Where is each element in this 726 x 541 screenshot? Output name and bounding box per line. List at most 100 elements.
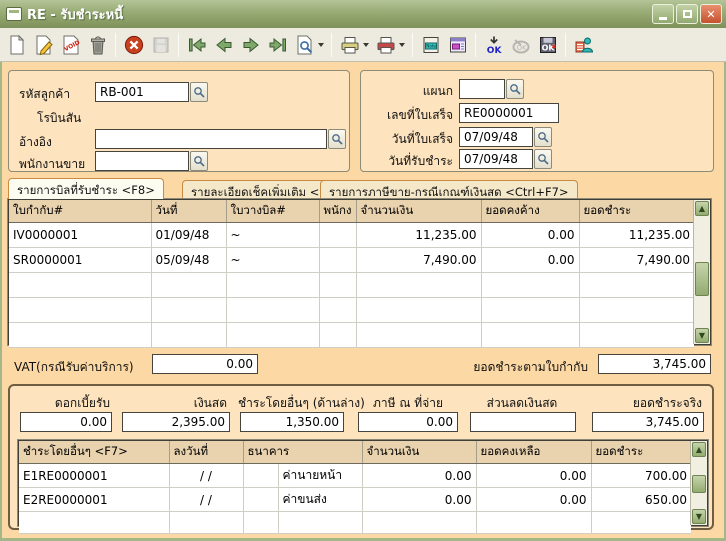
print-dropdown-caret[interactable]: [399, 43, 405, 47]
save-approve-button[interactable]: OK: [534, 31, 561, 59]
scroll-thumb[interactable]: [695, 262, 709, 296]
interest-field[interactable]: 0.00: [20, 412, 112, 432]
department-field[interactable]: [459, 79, 505, 99]
salesperson-search-button[interactable]: [190, 151, 208, 171]
user-settings-button[interactable]: [570, 31, 597, 59]
reference-search-button[interactable]: [328, 129, 346, 149]
toolbar: VOID: [0, 28, 726, 62]
bill-row[interactable]: IV0000001 01/09/48 ~ 11,235.00 0.00 11,2…: [9, 223, 694, 248]
reference-field[interactable]: [95, 129, 327, 149]
col-date: วันที่: [151, 200, 226, 223]
void-document-button[interactable]: VOID: [57, 31, 84, 59]
withholding-tax-field[interactable]: 0.00: [358, 412, 458, 432]
next-record-icon: [240, 34, 262, 56]
receipt-date-picker-button[interactable]: [534, 127, 552, 147]
receipt-no-field[interactable]: RE0000001: [459, 103, 559, 123]
find-button[interactable]: [291, 31, 318, 59]
receipt-no-label: เลขที่ใบเสร็จ: [361, 106, 453, 125]
revaluation-button[interactable]: [444, 31, 471, 59]
search-icon: [509, 83, 521, 95]
unpost-icon: OK: [510, 34, 532, 56]
col-bank: ธนาคาร: [243, 441, 362, 464]
other-payment-row[interactable]: E1RE0000001 / / ค่านายหน้า 0.00 0.00 700…: [19, 464, 691, 488]
scroll-thumb[interactable]: [692, 475, 706, 493]
search-icon: [193, 155, 205, 167]
vat-label: VAT(กรณีรับค่าบริการ): [14, 358, 134, 377]
col-paid: ยอดชำระ: [579, 200, 694, 223]
customer-code-search-button[interactable]: [190, 82, 208, 102]
salesperson-label: พนักงานขาย: [19, 155, 85, 174]
form-area: รหัสลูกค้า RB-001 โรบินสัน อ้างอิง พนักง…: [0, 62, 726, 541]
receipt-date-field[interactable]: 07/09/48: [459, 127, 533, 147]
delete-button[interactable]: [84, 31, 111, 59]
print-preview-dropdown-caret[interactable]: [363, 43, 369, 47]
tab-sales-tax-cash-basis[interactable]: รายการภาษีขาย-กรณีเกณฑ์เงินสด <Ctrl+F7>: [320, 180, 578, 199]
bill-row[interactable]: SR0000001 05/09/48 ~ 7,490.00 0.00 7,490…: [9, 248, 694, 273]
save-button[interactable]: [147, 31, 174, 59]
customer-code-label: รหัสลูกค้า: [19, 85, 70, 104]
close-icon: ✕: [706, 8, 715, 21]
cash-field[interactable]: 2,395.00: [122, 412, 230, 432]
save-icon: [150, 34, 172, 56]
department-search-button[interactable]: [506, 79, 524, 99]
find-dropdown-caret[interactable]: [318, 43, 324, 47]
search-icon: [537, 131, 549, 143]
cancel-button[interactable]: [120, 31, 147, 59]
other-payment-row[interactable]: E2RE0000001 / / ค่าขนส่ง 0.00 0.00 650.0…: [19, 488, 691, 512]
edit-document-button[interactable]: [30, 31, 57, 59]
vat-field[interactable]: 0.00: [152, 354, 258, 374]
bill-row-empty: [9, 273, 694, 298]
cash-discount-field[interactable]: [470, 412, 576, 432]
payment-date-picker-button[interactable]: [534, 149, 552, 169]
toolbar-separator: [565, 33, 566, 57]
svg-text:OK: OK: [516, 44, 527, 52]
toolbar-separator: [178, 33, 179, 57]
unpost-button[interactable]: OK: [507, 31, 534, 59]
scroll-down-button[interactable]: ▼: [692, 509, 706, 524]
actual-paid-field[interactable]: 3,745.00: [592, 412, 704, 432]
col-outstanding: ยอดคงค้าง: [481, 200, 579, 223]
svg-text:Note: Note: [426, 43, 436, 48]
post-approve-icon: OK: [483, 34, 505, 56]
payment-date-label: วันที่รับชำระ: [361, 152, 453, 171]
maximize-button[interactable]: [676, 4, 698, 24]
save-approve-icon: OK: [537, 34, 559, 56]
other-payment-field[interactable]: 1,350.00: [240, 412, 344, 432]
customer-name-text: โรบินสัน: [37, 109, 81, 128]
receipt-date-label: วันที่ใบเสร็จ: [361, 130, 453, 149]
customer-code-field[interactable]: RB-001: [95, 82, 189, 102]
previous-record-button[interactable]: [210, 31, 237, 59]
invoice-total-field[interactable]: 3,745.00: [598, 354, 711, 374]
scroll-down-button[interactable]: ▼: [695, 328, 709, 343]
scroll-up-button[interactable]: ▲: [695, 201, 709, 216]
post-approve-button[interactable]: OK: [480, 31, 507, 59]
user-settings-icon: [573, 34, 595, 56]
note-icon: Note: [420, 34, 442, 56]
minimize-button[interactable]: [652, 4, 674, 24]
col-entry-date: ลงวันที่: [169, 441, 243, 464]
tab-bills-received[interactable]: รายการบิลที่รับชำระ <F8>: [8, 178, 164, 199]
receipt-panel: แผนก เลขที่ใบเสร็จ RE0000001 วันที่ใบเสร…: [360, 70, 714, 172]
cancel-icon: [123, 34, 145, 56]
other-payment-scrollbar[interactable]: ▲ ▼: [690, 441, 707, 525]
first-record-button[interactable]: [183, 31, 210, 59]
new-document-icon: [6, 34, 28, 56]
payment-date-field[interactable]: 07/09/48: [459, 149, 533, 169]
search-icon: [331, 133, 343, 145]
close-button[interactable]: ✕: [700, 4, 722, 24]
new-document-button[interactable]: [3, 31, 30, 59]
bill-table-header-row: ใบกำกับ# วันที่ ใบวางบิล# พนักง จำนวนเงิ…: [9, 200, 694, 223]
last-record-button[interactable]: [264, 31, 291, 59]
salesperson-field[interactable]: [95, 151, 189, 171]
note-button[interactable]: Note: [417, 31, 444, 59]
search-icon: [537, 153, 549, 165]
print-preview-button[interactable]: [336, 31, 363, 59]
print-button[interactable]: [372, 31, 399, 59]
next-record-button[interactable]: [237, 31, 264, 59]
other-payment-table: ชำระโดยอื่นๆ <F7> ลงวันที่ ธนาคาร จำนวนเ…: [18, 440, 708, 526]
interest-label: ดอกเบี้ยรับ: [18, 394, 110, 413]
bill-table-scrollbar[interactable]: ▲ ▼: [693, 200, 710, 344]
previous-record-icon: [213, 34, 235, 56]
scroll-up-button[interactable]: ▲: [692, 442, 706, 457]
reference-label: อ้างอิง: [19, 133, 52, 152]
